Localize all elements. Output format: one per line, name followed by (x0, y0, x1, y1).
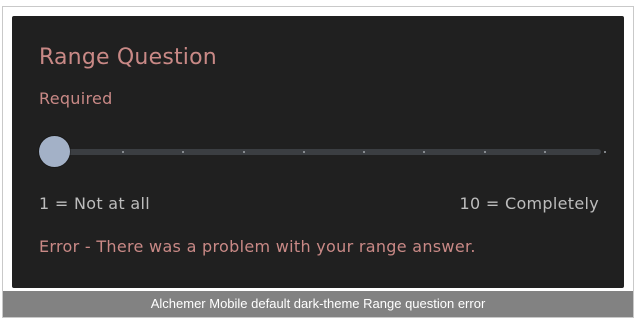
image-caption: Alchemer Mobile default dark-theme Range… (3, 291, 633, 317)
slider-tick (604, 151, 606, 153)
screenshot-frame: Range Question Required 1 = Not at all 1… (2, 6, 634, 318)
slider-min-label: 1 = Not at all (39, 194, 150, 213)
question-title: Range Question (39, 45, 217, 70)
slider-track[interactable] (49, 149, 601, 155)
slider-tick (483, 151, 486, 153)
slider-tick (543, 151, 546, 153)
slider-max-label: 10 = Completely (459, 194, 599, 213)
range-slider[interactable] (39, 134, 606, 168)
question-card: Range Question Required 1 = Not at all 1… (12, 16, 624, 288)
required-label: Required (39, 89, 113, 108)
slider-tick (242, 151, 245, 153)
error-message: Error - There was a problem with your ra… (39, 237, 476, 256)
slider-tick (302, 151, 305, 153)
slider-thumb[interactable] (39, 136, 70, 167)
